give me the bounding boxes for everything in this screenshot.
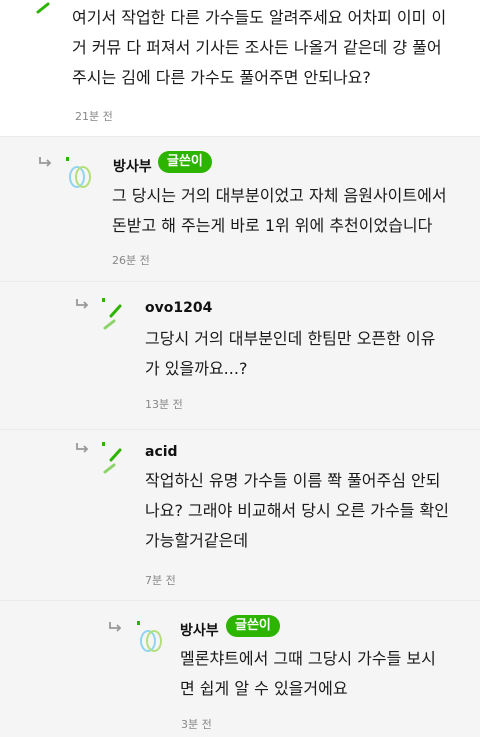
comment-text: 여기서 작업한 다른 가수들도 알려주세요 어차피 이미 이 거 커뮤 다 퍼져… xyxy=(72,8,447,87)
author-nickname[interactable]: ovo1204 xyxy=(145,300,212,316)
comment-text: 작업하신 유명 가수들 이름 쫙 풀어주심 안되 나요? 그래야 비교해서 당시… xyxy=(145,471,449,550)
comment-0: 여기서 작업한 다른 가수들도 알려주세요 어차피 이미 이 거 커뮤 다 퍼져… xyxy=(0,0,480,135)
comment-text: 멜론챠트에서 그때 그당시 가수들 보시 면 쉽게 알 수 있을거에요 xyxy=(180,649,436,698)
leaf-avatar-icon xyxy=(36,2,50,14)
comment-time: 13분 전 xyxy=(145,398,183,411)
ring-avatar-icon xyxy=(137,621,162,652)
leaf-avatar-icon xyxy=(102,442,122,474)
author-nickname[interactable]: 방사부 xyxy=(180,620,219,640)
reply-arrow-icon xyxy=(76,299,89,309)
comment-time: 3분 전 xyxy=(181,718,212,731)
comment-4: 방사부 글쓴이 멜론챠트에서 그때 그당시 가수들 보시 면 쉽게 알 수 있을… xyxy=(0,601,480,737)
author-nickname[interactable]: 방사부 xyxy=(113,156,152,176)
comment-3: acid 작업하신 유명 가수들 이름 쫙 풀어주심 안되 나요? 그래야 비교… xyxy=(0,430,480,600)
ring-avatar-icon xyxy=(66,157,91,188)
author-nickname[interactable]: acid xyxy=(145,444,178,460)
comment-text: 그 당시는 거의 대부분이었고 자체 음원사이트에서 돈받고 해 주는게 바로 … xyxy=(112,186,447,235)
leaf-avatar-icon xyxy=(102,298,122,330)
comment-time: 21분 전 xyxy=(75,110,113,123)
author-badge: 글쓴이 xyxy=(158,151,212,173)
author-badge: 글쓴이 xyxy=(226,615,280,637)
comment-text: 그당시 거의 대부분인데 한팀만 오픈한 이유 가 있을까요...? xyxy=(145,329,436,378)
reply-arrow-icon xyxy=(76,443,89,453)
comment-time: 7분 전 xyxy=(145,574,176,587)
reply-arrow-icon xyxy=(109,622,122,632)
comment-2: ovo1204 그당시 거의 대부분인데 한팀만 오픈한 이유 가 있을까요..… xyxy=(0,282,480,429)
comment-time: 26분 전 xyxy=(112,254,150,267)
reply-arrow-icon xyxy=(39,157,52,167)
comment-1: 방사부 글쓴이 그 당시는 거의 대부분이었고 자체 음원사이트에서 돈받고 해… xyxy=(0,137,480,281)
